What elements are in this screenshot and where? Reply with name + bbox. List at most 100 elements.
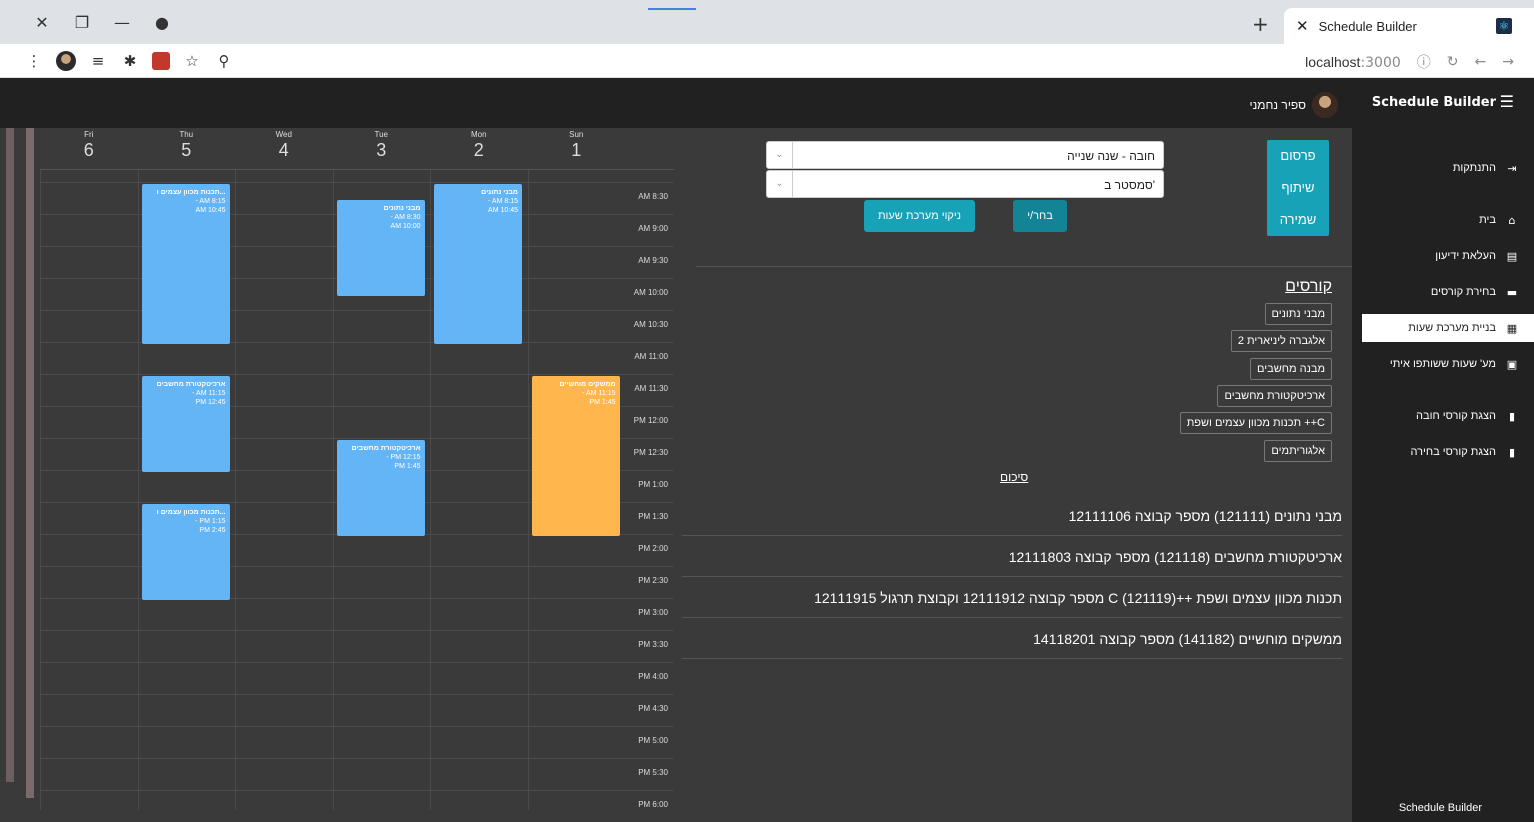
time-label: PM 4:00 bbox=[638, 672, 668, 681]
user-avatar bbox=[1312, 92, 1338, 118]
time-label: AM 10:30 bbox=[633, 320, 668, 329]
reload-icon[interactable]: ↻ bbox=[1447, 54, 1459, 70]
minimize-window-icon[interactable]: — bbox=[102, 13, 142, 33]
sidebar-item-logout[interactable]: ⇥ התנתקות bbox=[1362, 154, 1534, 182]
chevron-down-icon[interactable]: ⌄ bbox=[767, 142, 793, 168]
event-end: AM 10:45 bbox=[195, 207, 226, 214]
calendar-event[interactable]: ארכיטקטורת מחשבים - PM 12:15 PM 1:45 bbox=[336, 440, 425, 536]
save-button[interactable]: שמירה bbox=[1267, 204, 1329, 236]
day-header-mon: Mon 2 bbox=[430, 130, 528, 161]
grid-hline bbox=[40, 310, 674, 311]
calendar-grid[interactable]: AM 8:30 AM 9:00 AM 9:30 AM 10:00 AM 10:30 AM … bbox=[40, 170, 674, 810]
share-button[interactable]: שיתוף bbox=[1267, 172, 1329, 204]
new-tab-icon[interactable]: + bbox=[1252, 12, 1269, 36]
app-header: ספיר נחמני Schedule Builder ☰ bbox=[0, 78, 1534, 128]
time-label: AM 11:00 bbox=[634, 352, 668, 361]
event-title: ארכיטקטורת מחשבים bbox=[351, 445, 421, 452]
event-time: - PM 1:15 PM 2:45 bbox=[146, 517, 226, 535]
react-favicon-icon: ⚛ bbox=[1496, 18, 1512, 34]
kebab-menu-icon[interactable]: ⋮ bbox=[24, 52, 44, 70]
url-text[interactable]: localhost:3000 bbox=[1305, 54, 1401, 71]
time-label: AM 8:30 bbox=[638, 192, 668, 201]
profile-avatar[interactable] bbox=[56, 51, 76, 71]
extension-icon[interactable] bbox=[152, 52, 170, 70]
day-name: Sun bbox=[569, 130, 584, 139]
sidebar-item-elective-courses[interactable]: ▮ הצגת קורסי בחירה bbox=[1362, 438, 1534, 466]
event-start: - PM 1:15 bbox=[195, 518, 226, 525]
close-window-icon[interactable]: ✕ bbox=[22, 13, 62, 33]
hamburger-menu-icon[interactable]: ☰ bbox=[1500, 92, 1514, 111]
tab-search-icon[interactable]: ● bbox=[142, 13, 182, 33]
back-icon[interactable]: ← bbox=[1475, 54, 1487, 70]
bookmark-icon: ▮ bbox=[1508, 409, 1516, 423]
calendar-event[interactable]: ארכיטקטורת מחשבים - AM 11:15 PM 12:45 bbox=[141, 376, 230, 472]
calendar-scrollbar-thumb[interactable] bbox=[26, 128, 34, 798]
time-label: AM 9:00 bbox=[638, 224, 668, 233]
tab-close-icon[interactable]: ✕ bbox=[1296, 17, 1309, 35]
calendar-event[interactable]: מבני נתונים - AM 8:15 AM 10:45 bbox=[434, 184, 522, 344]
choose-button[interactable]: בחר/י bbox=[1013, 200, 1067, 232]
chevron-down-icon[interactable]: ⌄ bbox=[767, 171, 793, 197]
time-label: PM 12:00 bbox=[633, 416, 668, 425]
event-end: PM 12:45 bbox=[195, 399, 226, 406]
calendar-event[interactable]: תכנות מכוון עצמים ו... - PM 1:15 PM 2:45 bbox=[141, 504, 230, 600]
summary-row: תכנות מכוון עצמים ושפת ++C (121119) מספר… bbox=[682, 578, 1342, 618]
user-profile[interactable]: ספיר נחמני bbox=[1249, 92, 1338, 118]
forward-icon[interactable]: → bbox=[1502, 54, 1514, 70]
sidebar-item-home[interactable]: ⌂ בית bbox=[1362, 206, 1534, 234]
calendar-scrollbar-track[interactable] bbox=[6, 128, 14, 782]
event-end: AM 10:45 bbox=[488, 207, 518, 214]
sidebar-item-shared-schedules[interactable]: ▣ מע' שעות ששותפו איתי bbox=[1362, 350, 1534, 378]
grid-hline bbox=[40, 566, 674, 567]
day-number: 1 bbox=[571, 140, 582, 160]
time-label: PM 2:30 bbox=[638, 576, 668, 585]
time-label: PM 4:30 bbox=[638, 704, 668, 713]
clear-schedule-button[interactable]: ניקוי מערכת שעות bbox=[864, 200, 975, 232]
browser-tab[interactable]: ✕ Schedule Builder ⚛ bbox=[1284, 8, 1534, 44]
time-label: PM 1:30 bbox=[638, 512, 668, 521]
grid-hline bbox=[40, 374, 674, 375]
course-chip[interactable]: אלגוריתמים bbox=[1264, 440, 1332, 462]
extensions-icon[interactable]: ✱ bbox=[120, 52, 140, 70]
address-bar[interactable]: localhost:3000 ⓘ ↻ ← → bbox=[1305, 52, 1514, 72]
semester-select[interactable]: ⌄ סמסטר ב' bbox=[766, 170, 1164, 198]
calendar-event[interactable]: תכנות מכוון עצמים ו... - AM 8:15 AM 10:45 bbox=[141, 184, 230, 344]
year-select[interactable]: ⌄ חובה - שנה שנייה bbox=[766, 141, 1164, 169]
calendar-event[interactable]: ממשקים מוחשיים - AM 11:15 PM 1:45 bbox=[531, 376, 620, 536]
day-header-wed: Wed 4 bbox=[235, 130, 333, 161]
course-chip[interactable]: מבנה מחשבים bbox=[1250, 358, 1332, 380]
sidebar-item-choose-courses[interactable]: ▬ בחירת קורסים bbox=[1362, 278, 1534, 306]
time-label: PM 2:00 bbox=[638, 544, 668, 553]
app-brand[interactable]: Schedule Builder bbox=[1372, 95, 1496, 110]
calendar-icon: ▦ bbox=[1506, 321, 1518, 335]
time-label: AM 11:30 bbox=[634, 384, 668, 393]
publish-button[interactable]: פרסום bbox=[1267, 140, 1329, 172]
sidebar-item-build-schedule[interactable]: ▦ בניית מערכת שעות bbox=[1362, 314, 1534, 342]
user-name: ספיר נחמני bbox=[1249, 98, 1306, 112]
file-upload-icon: ▤ bbox=[1506, 249, 1518, 263]
zoom-icon[interactable]: ⚲ bbox=[214, 52, 234, 70]
grid-vline bbox=[235, 170, 236, 810]
calendar-event[interactable]: מבני נתונים - AM 8:30 AM 10:00 bbox=[336, 200, 425, 296]
course-chip[interactable]: מבני נתונים bbox=[1264, 303, 1332, 325]
time-label: PM 5:00 bbox=[638, 736, 668, 745]
summary-row: מבני נתונים (121111) מספר קבוצה 12111106 bbox=[682, 496, 1342, 536]
event-time: - AM 11:15 PM 1:45 bbox=[536, 389, 615, 407]
summary-row: ארכיטקטורת מחשבים (121118) מספר קבוצה 12… bbox=[682, 537, 1342, 577]
time-label: PM 5:30 bbox=[638, 768, 668, 777]
bookmark-star-icon[interactable]: ☆ bbox=[182, 52, 202, 70]
sidebar-item-upload[interactable]: ▤ העלאת ידיעון bbox=[1362, 242, 1534, 270]
site-info-icon[interactable]: ⓘ bbox=[1417, 52, 1431, 72]
course-chip[interactable]: אלגברה ליניארית 2 bbox=[1230, 330, 1332, 352]
sidebar-item-mandatory-courses[interactable]: ▮ הצגת קורסי חובה bbox=[1362, 402, 1534, 430]
course-chip[interactable]: תכנות מכוון עצמים ושפת ++C bbox=[1179, 412, 1332, 434]
action-buttons: פרסום שיתוף שמירה bbox=[1267, 140, 1329, 236]
event-start: - PM 12:15 bbox=[386, 454, 421, 461]
reading-list-icon[interactable]: ≡ bbox=[88, 52, 108, 70]
grid-hline bbox=[40, 598, 674, 599]
event-title: מבני נתונים bbox=[383, 205, 421, 212]
sidebar-footer: Schedule Builder bbox=[1398, 802, 1482, 814]
course-chip[interactable]: ארכיטקטורת מחשבים bbox=[1217, 385, 1332, 407]
restore-window-icon[interactable]: ❐ bbox=[62, 13, 102, 33]
grid-hline bbox=[40, 694, 674, 695]
